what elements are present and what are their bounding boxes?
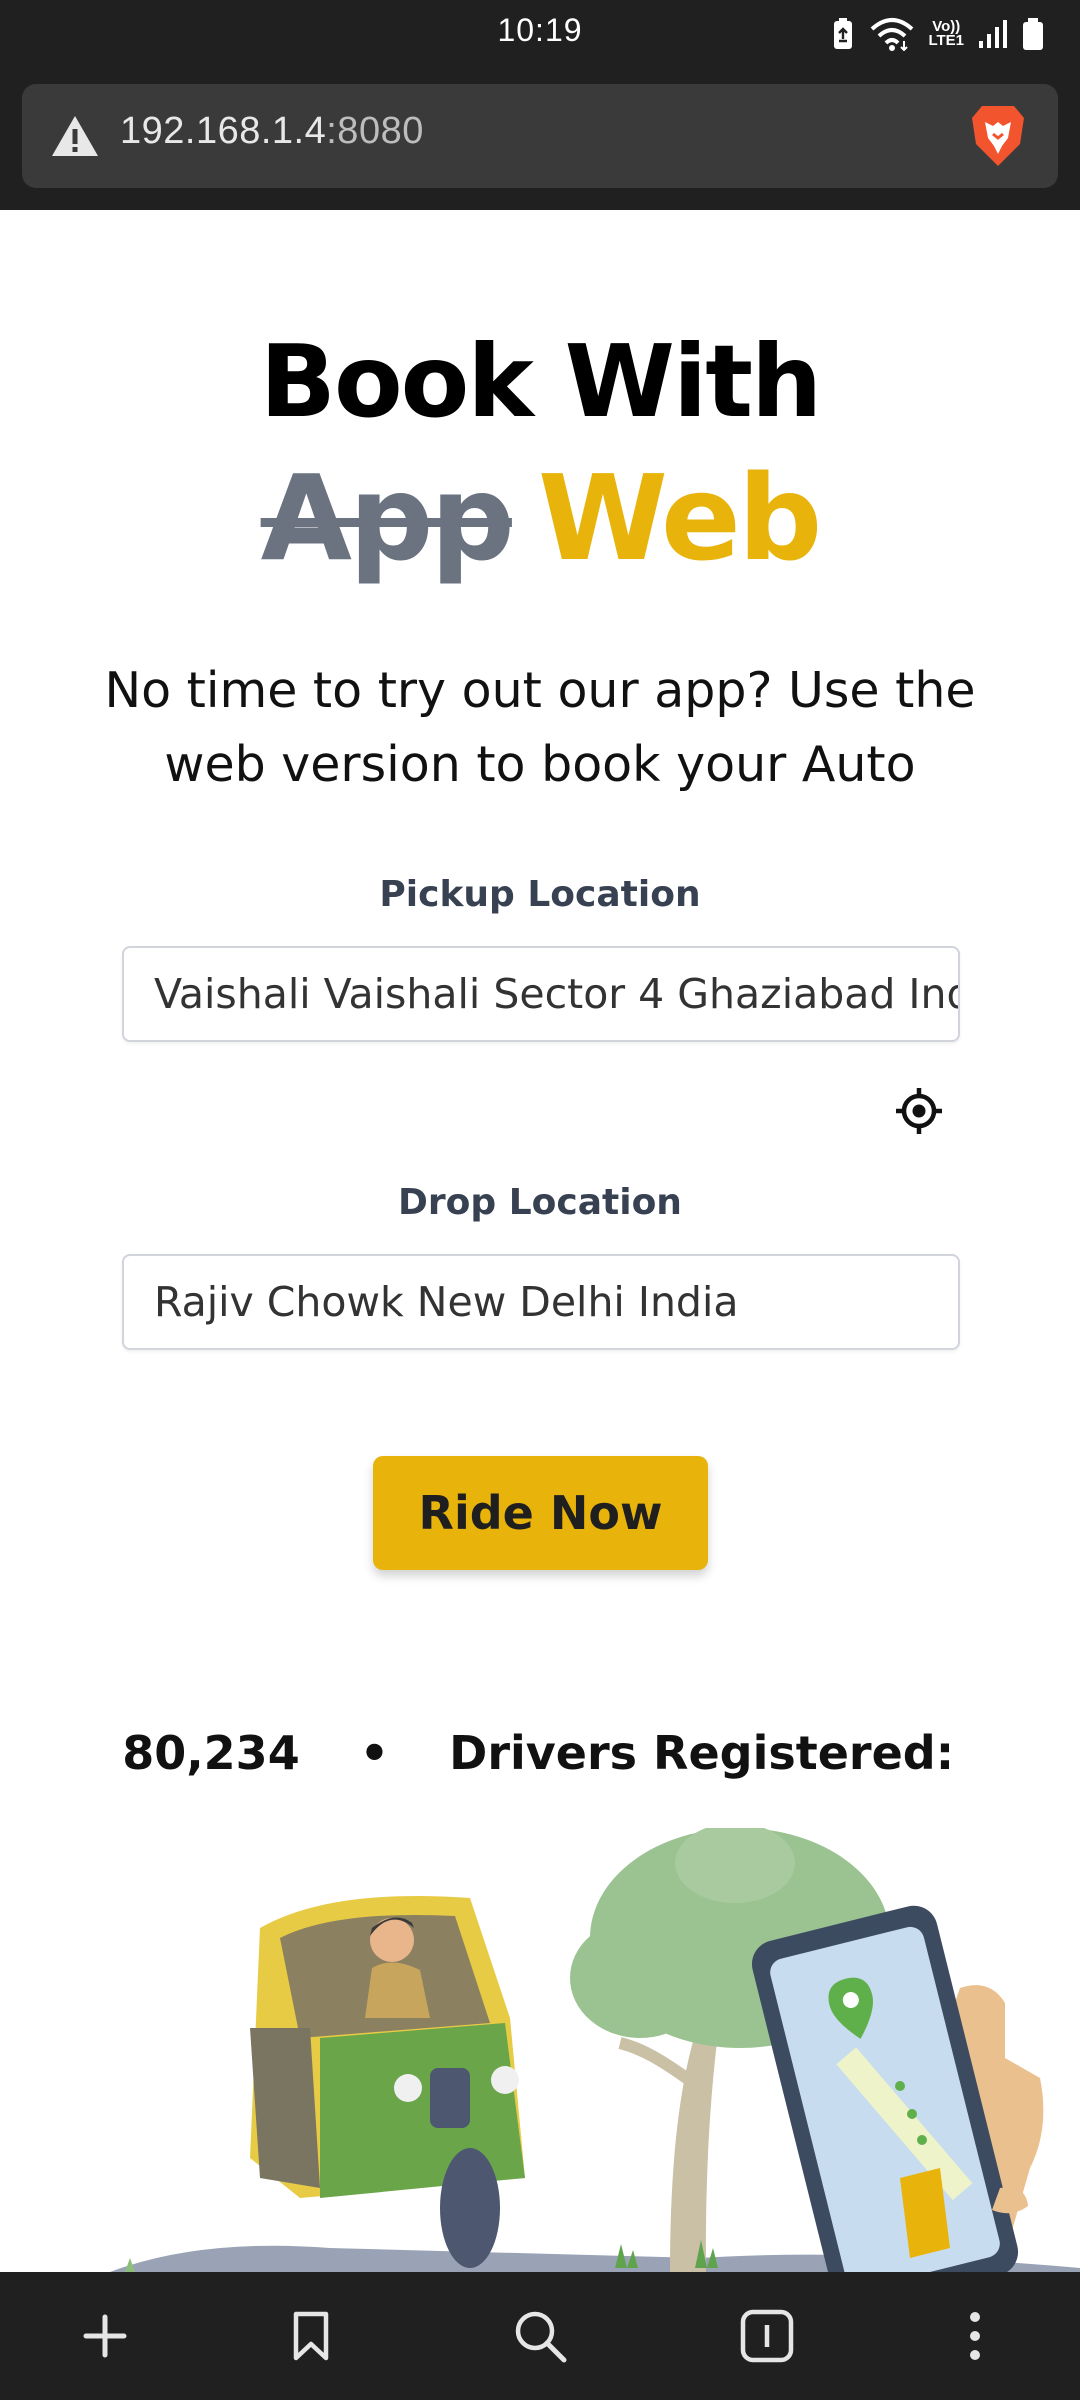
more-menu-button[interactable] (945, 2306, 1005, 2366)
drop-location-input[interactable]: Rajiv Chowk New Delhi India (122, 1254, 960, 1350)
browser-toolbar: 192.168.1.4:8080 (0, 66, 1080, 210)
page-title-line2: App Web (0, 448, 1080, 588)
url-text[interactable]: 192.168.1.4:8080 (120, 110, 424, 153)
pickup-label: Pickup Location (379, 874, 701, 915)
pickup-location-input[interactable]: Vaishali Vaishali Sector 4 Ghaziabad Ind… (122, 946, 960, 1042)
wifi-icon (871, 18, 914, 51)
ticker-separator: • (359, 1726, 390, 1780)
auto-rickshaw-illustration (110, 1828, 1080, 2272)
status-icons: Vo)) LTE1 (830, 14, 1044, 54)
status-bar: 10:19 Vo)) LTE1 (0, 0, 1080, 66)
brave-lion-icon[interactable] (968, 102, 1028, 170)
drop-label: Drop Location (398, 1182, 682, 1223)
stat-rides-value: 80,234 (122, 1726, 300, 1780)
page-title: Book With (259, 323, 823, 440)
volte-indicator: Vo)) LTE1 (928, 18, 964, 49)
battery-saver-icon (834, 18, 853, 49)
phone-map-graphic (751, 1905, 1044, 2272)
tab-switcher-button[interactable] (737, 2306, 797, 2366)
tab-switcher-icon (740, 2309, 794, 2363)
battery-icon (1023, 18, 1043, 50)
crosshair-locate-icon[interactable] (894, 1086, 944, 1136)
bookmark-icon (293, 2311, 329, 2361)
signal-icon (979, 20, 1007, 48)
page-subtitle: No time to try out our app? Use the web … (104, 662, 976, 793)
struck-word: App (260, 449, 515, 587)
warning-icon[interactable] (50, 114, 100, 158)
new-tab-button[interactable] (75, 2306, 135, 2366)
highlight-word: Web (537, 449, 822, 587)
page-content: Book With App Web No time to try out our … (0, 210, 1080, 2272)
plus-icon (83, 2314, 127, 2358)
search-button[interactable] (510, 2306, 570, 2366)
auto-rickshaw-graphic (250, 1896, 525, 2268)
stats-ticker: l: 80,234 • Drivers Registered: 56 (110, 1718, 960, 1788)
more-vertical-icon (970, 2312, 980, 2360)
search-icon (515, 2311, 567, 2363)
address-bar[interactable]: 192.168.1.4:8080 (22, 84, 1058, 188)
bottom-toolbar (0, 2272, 1080, 2400)
stat-drivers-label: Drivers Registered: (449, 1726, 955, 1780)
bookmark-button[interactable] (281, 2306, 341, 2366)
ride-now-button[interactable]: Ride Now (373, 1456, 708, 1570)
